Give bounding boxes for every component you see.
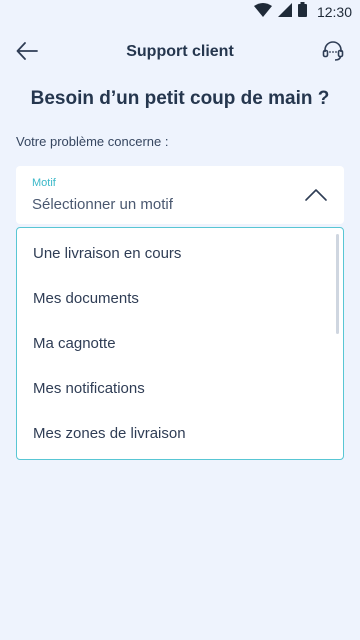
wifi-icon (253, 2, 272, 22)
select-placeholder: Sélectionner un motif (32, 196, 173, 213)
dropdown-scrollbar[interactable] (336, 234, 339, 334)
motif-select[interactable]: Motif Sélectionner un motif (16, 166, 344, 224)
app-bar: Support client (0, 28, 360, 76)
option-documents[interactable]: Mes documents (33, 290, 139, 307)
question-label: Votre problème concerne : (16, 134, 169, 149)
page-title: Support client (126, 43, 234, 60)
option-zones-de-livraison[interactable]: Mes zones de livraison (33, 425, 186, 442)
help-heading: Besoin d’un petit coup de main ? (30, 88, 330, 109)
battery-icon (297, 2, 307, 22)
option-cagnotte[interactable]: Ma cagnotte (33, 335, 116, 352)
back-button[interactable] (14, 40, 40, 66)
motif-dropdown-list[interactable]: Une livraison en cours Mes documents Ma … (16, 227, 344, 460)
arrow-left-icon (16, 41, 38, 65)
signal-icon (277, 2, 292, 22)
support-screen: 12:30 Support client Besoin d’un petit c… (0, 0, 360, 640)
headset-icon (321, 39, 345, 68)
option-notifications[interactable]: Mes notifications (33, 380, 145, 397)
status-time: 12:30 (316, 4, 352, 20)
support-button[interactable] (320, 40, 346, 66)
chevron-up-icon[interactable] (304, 186, 328, 204)
select-label: Motif (32, 177, 56, 189)
option-livraison-en-cours[interactable]: Une livraison en cours (33, 245, 181, 262)
status-bar: 12:30 (0, 0, 360, 24)
